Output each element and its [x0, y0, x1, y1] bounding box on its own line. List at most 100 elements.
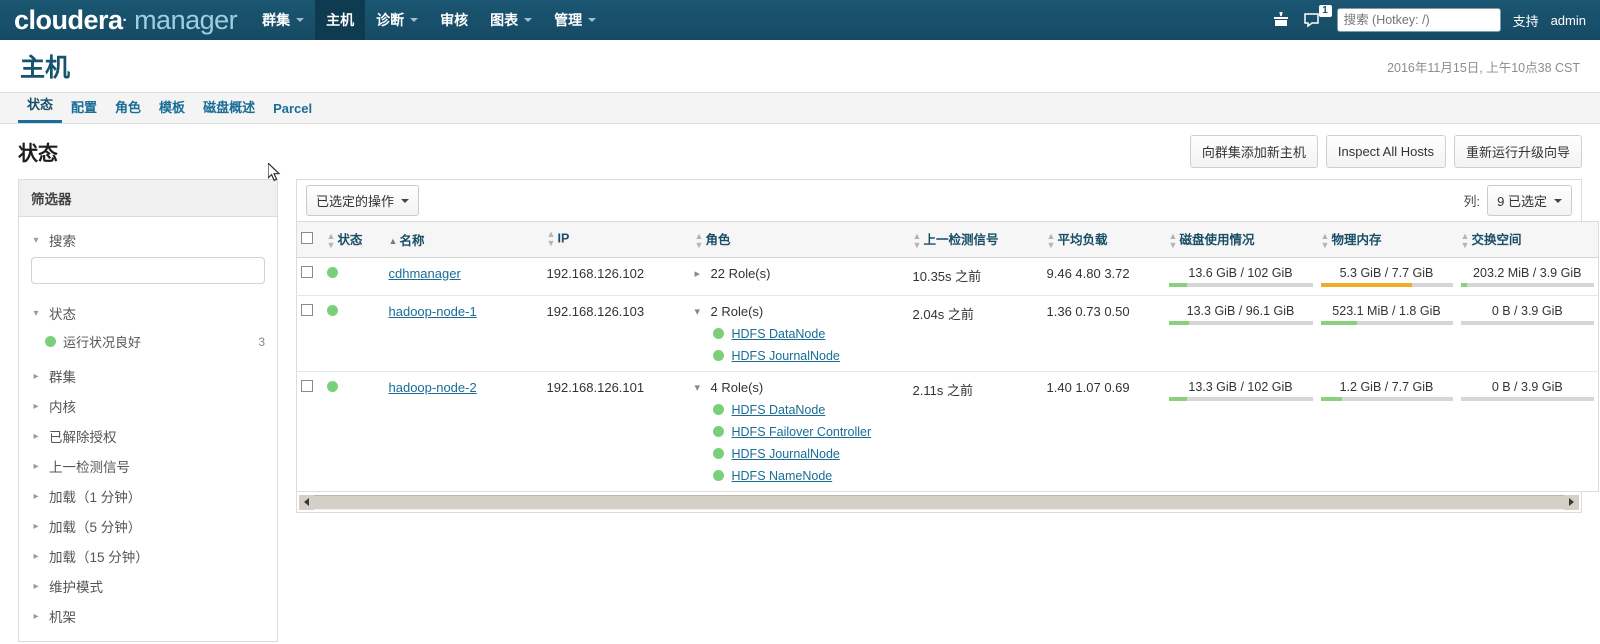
chevron-down-icon: ▾ [694, 305, 701, 318]
row-checkbox[interactable] [301, 379, 313, 392]
swap-metric: 0 B / 3.9 GiB [1460, 380, 1594, 401]
column-header-load-average[interactable]: ▲ ▼ 平均负载 [1042, 221, 1165, 258]
host-link[interactable]: hadoop-node-2 [389, 380, 477, 395]
roles-expand-toggle[interactable]: ▸ 22 Role(s) [695, 266, 905, 281]
health-good-icon [712, 426, 724, 438]
column-header-status[interactable]: ▲ ▼ 状态 [322, 221, 385, 258]
role-link[interactable]: HDFS JournalNode [732, 349, 840, 363]
brand-logo[interactable]: cloudera · manager [0, 0, 251, 40]
alerts-icon[interactable]: 1 [1303, 4, 1332, 30]
filter-group-label: 加载（15 分钟） [49, 550, 149, 565]
filter-group-search-toggle[interactable]: ▾ 搜索 [31, 225, 265, 255]
role-link[interactable]: HDFS Failover Controller [732, 425, 872, 439]
chevron-right-icon: ▸ [33, 460, 39, 472]
select-all-checkbox[interactable] [301, 231, 313, 244]
parcel-icon[interactable] [1271, 11, 1291, 29]
row-name-cell: cdhmanager [384, 257, 543, 296]
host-link[interactable]: hadoop-node-1 [389, 304, 477, 319]
row-select-cell[interactable] [296, 257, 323, 296]
column-header-select-all[interactable] [296, 221, 323, 258]
table-row: cdhmanager 192.168.126.102 ▸ 22 Role(s) … [296, 257, 1599, 296]
rerun-upgrade-wizard-button[interactable]: 重新运行升级向导 [1453, 135, 1582, 168]
roles-expand-toggle[interactable]: ▾ 2 Role(s) [695, 304, 905, 319]
chevron-right-icon: ▸ [33, 430, 39, 442]
nav-item-clusters[interactable]: 群集 [251, 0, 315, 40]
columns-select-button[interactable]: 9 已选定 [1487, 185, 1572, 216]
row-ip-cell: 192.168.126.103 [542, 294, 691, 372]
tab-templates[interactable]: 模板 [150, 97, 194, 123]
row-roles-cell: ▾ 2 Role(s) HDFS DataNode HDFS JournalNo… [690, 294, 909, 372]
tab-status[interactable]: 状态 [18, 94, 63, 123]
roles-expand-toggle[interactable]: ▾ 4 Role(s) [695, 380, 905, 395]
filter-group-rack[interactable]: ▸ 机架 [31, 601, 265, 631]
filter-group-load-1min[interactable]: ▸ 加载（1 分钟） [31, 481, 265, 511]
column-header-disk-usage[interactable]: ▲ ▼ 磁盘使用情况 [1164, 221, 1317, 258]
row-status-cell [322, 257, 385, 296]
row-select-cell[interactable] [296, 370, 323, 492]
host-link[interactable]: cdhmanager [389, 266, 461, 281]
scroll-left-button[interactable] [299, 494, 314, 510]
hosts-table-panel: 已选定的操作 列: 9 已选定 ▲ ▼ 状态 ▲ 名称 ▲ ▼ IP ▲ ▼ 角… [296, 179, 1599, 642]
column-header-name[interactable]: ▲ 名称 [384, 221, 543, 258]
filter-group-status-toggle[interactable]: ▾ 状态 [31, 298, 265, 328]
role-link[interactable]: HDFS JournalNode [732, 447, 840, 461]
row-select-cell[interactable] [296, 294, 323, 372]
chevron-right-icon: ▸ [694, 267, 701, 280]
filter-group-search: ▾ 搜索 [31, 225, 265, 292]
tab-configuration[interactable]: 配置 [62, 97, 106, 123]
search-input[interactable] [1336, 8, 1501, 32]
chevron-right-icon: ▸ [33, 610, 39, 622]
nav-item-charts[interactable]: 图表 [479, 0, 543, 40]
filter-group-label: 维护模式 [49, 580, 103, 595]
nav-item-diagnostics[interactable]: 诊断 [365, 0, 429, 40]
row-status-cell [322, 370, 385, 492]
tab-parcels[interactable]: Parcel [264, 101, 321, 123]
role-link[interactable]: HDFS DataNode [732, 403, 826, 417]
add-new-hosts-button[interactable]: 向群集添加新主机 [1189, 135, 1318, 168]
row-checkbox[interactable] [301, 265, 313, 278]
scroll-right-button[interactable] [1564, 494, 1579, 510]
filters-header: 筛选器 [19, 180, 277, 217]
chevron-right-icon: ▸ [33, 370, 39, 382]
column-header-ip[interactable]: ▲ ▼ IP [542, 221, 691, 258]
column-header-swap-space[interactable]: ▲ ▼ 交换空间 [1456, 221, 1599, 258]
filter-search-input[interactable] [31, 257, 265, 284]
selected-actions-label: 已选定的操作 [316, 194, 395, 209]
filter-group-load-15min[interactable]: ▸ 加载（15 分钟） [31, 541, 265, 571]
filter-group-cluster[interactable]: ▸ 群集 [31, 361, 265, 391]
column-header-roles[interactable]: ▲ ▼ 角色 [690, 221, 909, 258]
row-load-cell: 9.46 4.80 3.72 [1042, 257, 1165, 296]
nav-item-hosts[interactable]: 主机 [315, 0, 366, 40]
nav-item-administration[interactable]: 管理 [543, 0, 607, 40]
inspect-all-hosts-button[interactable]: Inspect All Hosts [1325, 135, 1446, 168]
row-disk-cell: 13.3 GiB / 102 GiB [1164, 370, 1317, 492]
selected-actions-button[interactable]: 已选定的操作 [306, 185, 420, 216]
filter-group-maintenance-mode[interactable]: ▸ 维护模式 [31, 571, 265, 601]
user-menu[interactable]: admin [1551, 13, 1586, 28]
table-horizontal-scrollbar[interactable] [296, 491, 1582, 513]
tab-roles[interactable]: 角色 [106, 97, 150, 123]
filter-group-label: 群集 [49, 370, 76, 385]
nav-item-audits[interactable]: 审核 [429, 0, 479, 40]
scrollbar-track[interactable] [314, 494, 1564, 510]
role-list-item: HDFS DataNode [695, 319, 905, 341]
columns-select-label: 9 已选定 [1497, 194, 1547, 209]
row-checkbox[interactable] [301, 303, 313, 316]
hosts-table: ▲▼状态 ▲名称 ▲▼IP ▲▼角色 ▲▼上一检测信号 ▲▼ [296, 221, 1599, 492]
column-header-last-heartbeat[interactable]: ▲ ▼ 上一检测信号 [908, 221, 1043, 258]
filter-group-load-5min[interactable]: ▸ 加载（5 分钟） [31, 511, 265, 541]
column-header-label: 平均负载 [1057, 233, 1108, 247]
filter-group-cores[interactable]: ▸ 内核 [31, 391, 265, 421]
column-header-label: IP [557, 231, 570, 246]
support-menu[interactable]: 支持 [1513, 11, 1539, 30]
filter-group-last-heartbeat[interactable]: ▸ 上一检测信号 [31, 451, 265, 481]
filter-option-good-health[interactable]: 运行状况良好 3 [31, 328, 265, 355]
role-link[interactable]: HDFS NameNode [732, 469, 833, 483]
tab-label: 磁盘概述 [203, 100, 256, 115]
filter-group-decommissioned[interactable]: ▸ 已解除授权 [31, 421, 265, 451]
tab-disk-overview[interactable]: 磁盘概述 [194, 97, 264, 123]
table-row: hadoop-node-2 192.168.126.101 ▾ 4 Role(s… [296, 370, 1599, 492]
row-ip-cell: 192.168.126.101 [542, 370, 691, 492]
column-header-physical-memory[interactable]: ▲ ▼ 物理内存 [1316, 221, 1457, 258]
role-link[interactable]: HDFS DataNode [732, 327, 826, 341]
